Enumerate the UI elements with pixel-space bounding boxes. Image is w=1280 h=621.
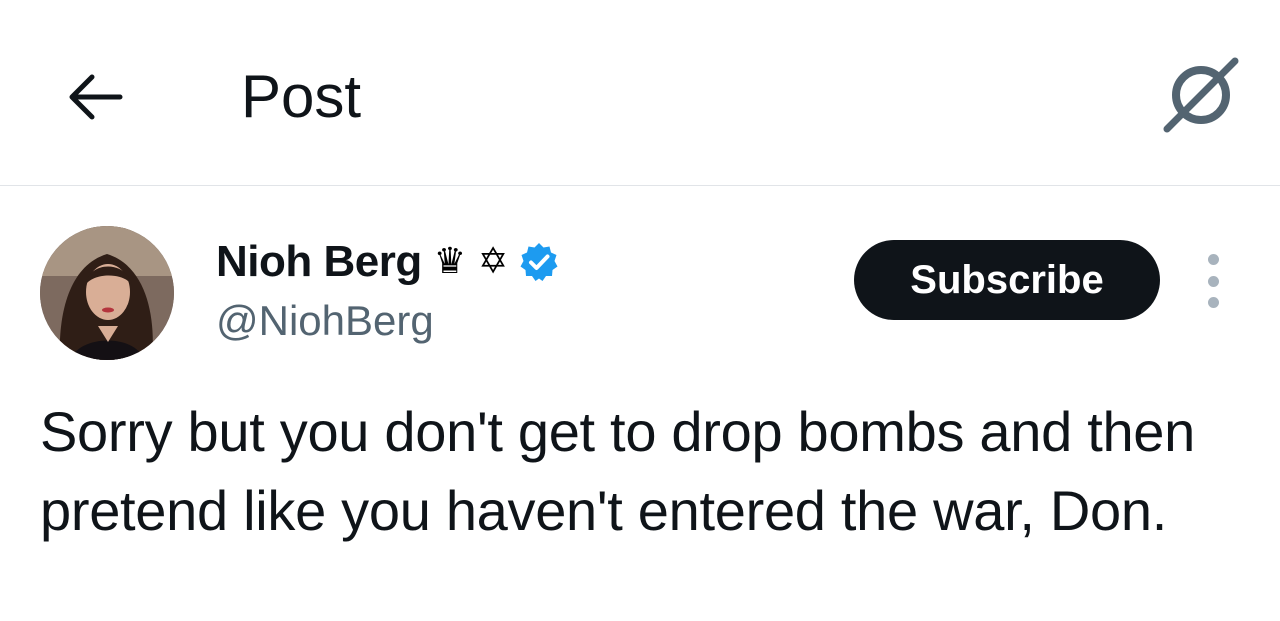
arrow-left-icon (69, 74, 123, 120)
profile-photo (40, 226, 174, 360)
top-app-bar: Post (0, 0, 1280, 186)
grok-icon (1163, 57, 1239, 133)
more-options-button[interactable] (1196, 254, 1230, 308)
page-title: Post (241, 63, 362, 130)
post-text: Sorry but you don't get to drop bombs an… (40, 400, 1195, 542)
more-vertical-icon (1207, 254, 1219, 265)
subscribe-button[interactable]: Subscribe (854, 240, 1160, 320)
star-of-david-emoji: ✡ (478, 241, 509, 282)
back-button[interactable] (56, 62, 132, 132)
avatar[interactable] (40, 226, 174, 360)
crown-emoji: ♛ (433, 241, 467, 282)
author-handle[interactable]: @NiohBerg (216, 293, 434, 349)
grok-button[interactable] (1152, 52, 1248, 138)
author-display-name[interactable]: Nioh Berg (216, 237, 422, 287)
author-name-row[interactable]: Nioh Berg ♛ ✡ (216, 232, 560, 292)
verified-badge-icon[interactable] (518, 241, 560, 283)
